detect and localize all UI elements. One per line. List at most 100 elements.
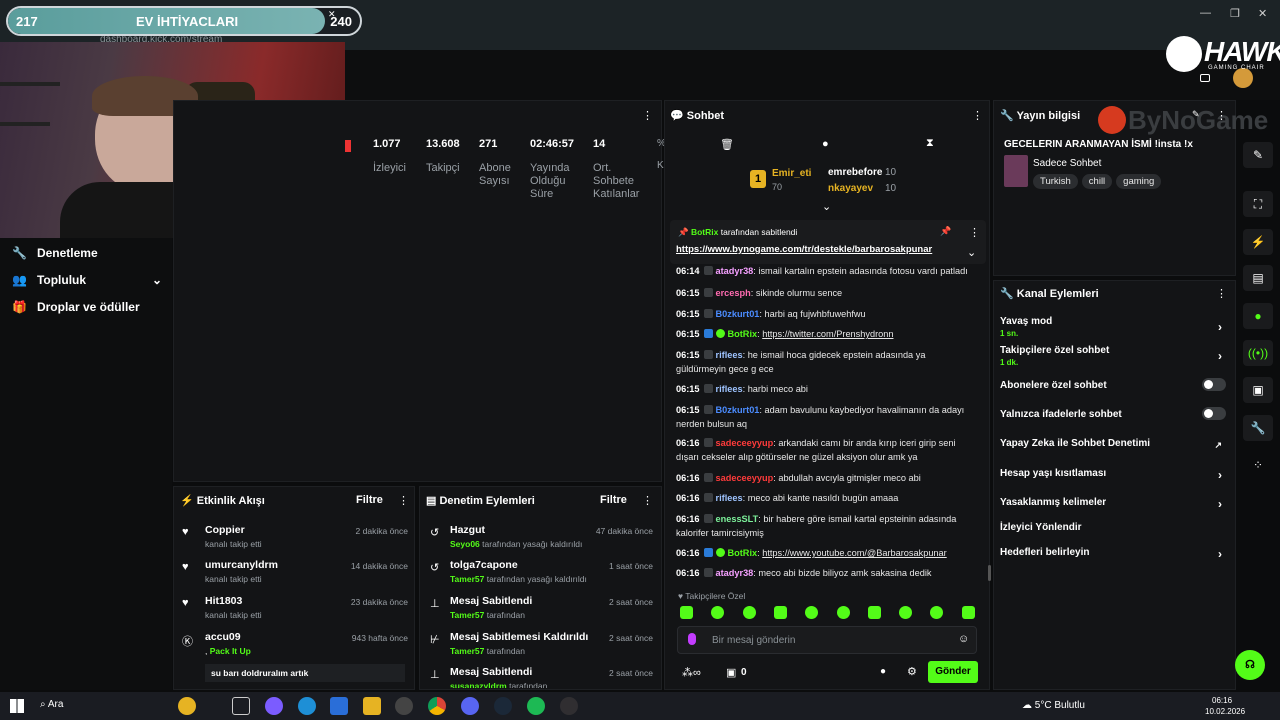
chevron-down-icon[interactable]: ⌄ [967,246,976,259]
rail-layout-icon[interactable]: ▣ [1243,377,1273,403]
chat-username[interactable]: atadyr38 [716,568,754,578]
emote-icon[interactable] [742,606,756,619]
chat-username[interactable]: riflees [716,350,743,360]
moderation-item[interactable]: ⊥ Mesaj Sabitlendi Tamer57 tarafından 2 saa… [428,595,653,625]
channel-action-item[interactable]: Yavaş mod 1 sn. › [1000,316,1228,338]
emote-icon[interactable] [899,606,913,619]
chat-message[interactable]: 06:16 sadeceeyyup: abdullah avcıyla gitmi… [676,471,976,485]
more-options-icon[interactable]: ⋮ [1216,109,1227,122]
maximize-button[interactable]: ❐ [1230,7,1240,20]
clock-time[interactable]: 06:16 [1212,696,1232,705]
more-options-icon[interactable]: ⋮ [642,109,653,122]
taskbar-search[interactable]: ⌕ Ara [40,699,63,710]
chat-message[interactable]: 06:15 BotRix: https://twitter.com/Prenshy… [676,327,976,341]
moderation-item[interactable]: ⊥ Mesaj Sabitlendi susanazyldrm tarafından… [428,666,653,688]
chat-bubble-icon[interactable]: ● [880,666,886,677]
rail-document-icon[interactable]: ▤ [1243,265,1273,291]
spotify-icon[interactable] [527,697,545,715]
gear-icon[interactable]: ⚙ [907,665,917,678]
chat-message[interactable]: 06:16 riflees: meco abi kante nasıldı bug… [676,491,976,505]
tag[interactable]: Turkish [1033,174,1078,189]
trash-icon[interactable]: 🗑 [720,138,734,151]
chat-message[interactable]: 06:16 enessSLT: bir habere göre ismail ka… [676,512,976,540]
close-window-button[interactable]: ✕ [1258,7,1267,20]
channel-action-item[interactable]: Abonelere özel sohbet [1000,378,1228,391]
chat-message[interactable]: 06:15 B0zkurt01: harbi aq fujwhbfuwehfwu [676,307,976,321]
chat-link[interactable]: https://twitter.com/Prenshydronn [762,329,893,339]
moderation-item[interactable]: ⊬ Mesaj Sabitlemesi Kaldırıldı Tamer57 tar… [428,631,653,661]
chat-message[interactable]: 06:15 riflees: he ismail hoca gidecek eps… [676,348,976,376]
emoji-icon[interactable]: ☺ [958,633,969,645]
channel-points-icon[interactable]: ⁂∞ [682,666,701,679]
rail-edit-icon[interactable]: ✎ [1243,142,1273,168]
emote-icon[interactable] [961,606,975,619]
gift-icon[interactable]: ▣ [726,666,736,679]
chat-input-box[interactable]: Bir mesaj gönderin ☺ [677,626,977,654]
chat-scrollbar[interactable] [988,565,991,581]
emote-icon[interactable] [773,606,787,619]
activity-item[interactable]: ♥ Coppier kanalı takip etti 2 dakika önce [182,524,408,554]
channel-action-item[interactable]: Yasaklanmış kelimeler › [1000,497,1228,511]
minimize-button[interactable]: — [1200,7,1211,19]
tag[interactable]: gaming [1116,174,1162,189]
rail-settings-icon[interactable]: ⁘ [1243,452,1273,478]
unpin-icon[interactable]: 📌 [940,226,951,237]
taskview-icon[interactable] [232,697,250,715]
support-button[interactable]: ☊ [1235,650,1265,680]
channel-action-item[interactable]: Takipçilere özel sohbet 1 dk. › [1000,345,1228,367]
rail-expand-icon[interactable]: ⛶ [1243,191,1273,217]
edge-icon[interactable] [298,697,316,715]
weather-widget[interactable]: ☁ 5°C Bulutlu [1022,700,1085,711]
emote-icon[interactable] [680,606,693,619]
moderation-filter-button[interactable]: Filtre [600,494,627,506]
chat-username[interactable]: sadeceeyyup [716,473,774,483]
edit-icon[interactable]: ✎ [1192,109,1200,120]
sidebar-item-droplar[interactable]: 🎁 Droplar ve ödüller [12,300,140,314]
chrome-icon[interactable] [428,697,446,715]
sidebar-item-denetleme[interactable]: 🔧 Denetleme [12,246,98,260]
chat-message[interactable]: 06:16 BotRix: https://www.youtube.com/@Ba… [676,546,976,560]
rail-wrench-icon[interactable]: 🔧 [1243,415,1273,441]
chat-username[interactable]: enessSLT [716,514,759,524]
expand-leaderboard-icon[interactable]: ⌄ [822,200,831,213]
channel-action-item[interactable]: İzleyici Yönlendir [1000,522,1228,533]
file-explorer-icon[interactable] [363,697,381,715]
moderation-item[interactable]: ↺ tolga7capone Tamer57 tarafından yasağı k… [428,559,653,589]
tag[interactable]: chill [1081,174,1113,189]
activity-filter-button[interactable]: Filtre [356,494,383,506]
xbox-icon[interactable] [395,697,413,715]
more-options-icon[interactable]: ⋮ [972,109,983,122]
mic-icon[interactable] [688,633,696,645]
emote-icon[interactable] [836,606,850,619]
outlook-icon[interactable] [330,697,348,715]
emote-icon[interactable] [867,606,881,619]
chat-username[interactable]: B0zkurt01 [716,309,760,319]
pinned-link[interactable]: https://www.bynogame.com/tr/destekle/bar… [676,244,932,255]
rail-chat-icon[interactable]: ● [1243,303,1273,329]
channel-action-item[interactable]: Hedefleri belirleyin › [1000,547,1228,561]
activity-item[interactable]: Ⓚaccu09, Pack It Up 943 hafta önce su barı… [182,631,408,682]
rail-bolt-icon[interactable]: ⚡ [1243,229,1273,255]
channel-action-item[interactable]: Yapay Zeka ile Sohbet Denetimi ↗ [1000,438,1228,450]
goal-close-icon[interactable]: ✕ [328,9,336,20]
chat-username[interactable]: B0zkurt01 [716,405,760,415]
chat-message[interactable]: 06:15 riflees: harbi meco abi [676,382,976,396]
chat-message[interactable]: 06:16 sadeceeyyup: arkandaki camı bir and… [676,436,976,464]
toggle-switch[interactable] [1202,378,1226,391]
chat-username[interactable]: BotRix [728,548,758,558]
discord-icon[interactable] [461,697,479,715]
copilot-app-icon[interactable] [265,697,283,715]
obs-icon[interactable] [560,697,578,715]
toggle-switch[interactable] [1202,407,1226,420]
chat-username[interactable]: atadyr38 [716,266,754,276]
chat-message[interactable]: 06:15 ercesph: sikinde olurmu sence [676,286,976,300]
moderation-item[interactable]: ↺ Hazgut Seyo06 tarafından yasağı kaldırıl… [428,524,653,554]
chat-username[interactable]: riflees [716,384,743,394]
chat-message[interactable]: 06:15 B0zkurt01: adam bavulunu kaybediyor… [676,403,976,431]
chat-username[interactable]: riflees [716,493,743,503]
more-options-icon[interactable]: ⋮ [969,226,980,239]
send-button[interactable]: Gönder [928,661,978,683]
more-options-icon[interactable]: ⋮ [398,494,409,507]
chat-link[interactable]: https://www.youtube.com/@Barbarosakpunar [762,548,947,558]
chat-message[interactable]: 06:16 atadyr38: meco abi bizde biliyoz am… [676,566,976,580]
